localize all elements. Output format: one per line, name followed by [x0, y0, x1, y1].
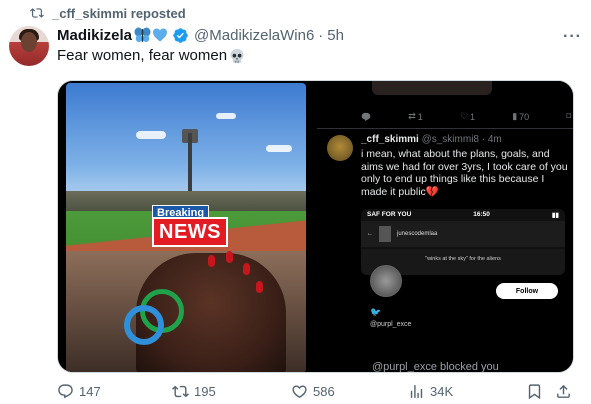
screenshot-author: _cff_skimmi [361, 134, 419, 145]
embed-status-time: 16:50 [473, 211, 490, 218]
more-icon[interactable]: ··· [563, 28, 582, 46]
avatar[interactable] [9, 26, 49, 66]
reply-count: 147 [79, 384, 101, 399]
bookmark-button[interactable] [526, 383, 543, 400]
tweet-text: Fear women, fear women [57, 47, 245, 64]
views-button[interactable]: 34K [408, 383, 453, 400]
reply-button[interactable]: 147 [57, 383, 101, 400]
separator: · [318, 26, 324, 44]
screenshot-avatar [327, 135, 353, 161]
embed-status-left: SAF FOR YOU [367, 211, 412, 218]
embed-user: @purpl_exce [370, 321, 412, 328]
name-emojis [134, 27, 168, 43]
action-bar: 147 195 586 34K [57, 383, 574, 403]
screenshot-actions: ⇄ 1 ♡ 1 ▮ 70 ⌑ [361, 111, 571, 122]
screenshot-bottom-text: @purpl_exce blocked you [372, 361, 499, 373]
screenshot-bookmark-icon: ⌑ [566, 111, 571, 121]
share-button[interactable] [555, 383, 572, 400]
media-container[interactable]: Breaking NEWS ⇄ 1 ♡ 1 ▮ 70 ⌑ _cff_skimmi @s… [57, 80, 574, 373]
like-icon [292, 385, 307, 398]
news-label: NEWS [152, 217, 228, 247]
embed-username: junescodemlaa [397, 231, 438, 237]
reply-icon [58, 384, 73, 399]
share-icon [557, 384, 570, 398]
screenshot-likes: ♡ 1 [459, 111, 476, 122]
blue-heart-emoji-icon [153, 28, 168, 42]
author-handle[interactable]: @MadikizelaWin6 [194, 27, 314, 44]
repost-icon [172, 385, 189, 398]
verified-badge-icon [173, 27, 188, 43]
repost-label: _cff_skimmi reposted [52, 5, 186, 21]
timestamp[interactable]: 5h [327, 27, 344, 44]
butterfly-emoji-icon [134, 27, 151, 42]
broken-heart-icon: 💔 [425, 185, 439, 198]
screenshot-header: _cff_skimmi @s_skimmi8 · 4m [361, 134, 502, 145]
author-name[interactable]: Madikizela [57, 27, 132, 44]
previous-post-image [372, 81, 492, 95]
repost-indicator[interactable]: _cff_skimmi reposted [30, 5, 186, 21]
embed-follow-button: Follow [496, 283, 558, 299]
views-count: 34K [430, 384, 454, 399]
repost-count: 195 [194, 384, 216, 399]
media-screenshot-right[interactable]: ⇄ 1 ♡ 1 ▮ 70 ⌑ _cff_skimmi @s_skimmi8 · 4m … [317, 81, 573, 373]
like-count: 586 [313, 384, 335, 399]
screenshot-text: i mean, what about the plans, goals, and… [361, 148, 568, 198]
bookmark-icon [528, 384, 541, 400]
repost-button[interactable]: 195 [172, 383, 216, 400]
like-button[interactable]: 586 [291, 383, 335, 400]
views-icon [410, 385, 423, 398]
repost-icon [30, 8, 44, 18]
screenshot-reply-icon [361, 112, 371, 122]
screenshot-reposts: ⇄ 1 [408, 111, 423, 122]
skull-emoji-icon [230, 48, 244, 63]
tweet-header: Madikizela @MadikizelaWin6 · 5h [57, 25, 344, 45]
twitter-bird-icon: 🐦 [370, 307, 382, 317]
embed-profile-picture [370, 265, 402, 297]
tweet-text-content: Fear women, fear women [57, 47, 228, 64]
screenshot-views: ▮ 70 [512, 111, 530, 122]
screenshot-handle: @s_skimmi8 · 4m [421, 134, 502, 145]
media-photo-left[interactable]: Breaking NEWS [58, 81, 313, 372]
